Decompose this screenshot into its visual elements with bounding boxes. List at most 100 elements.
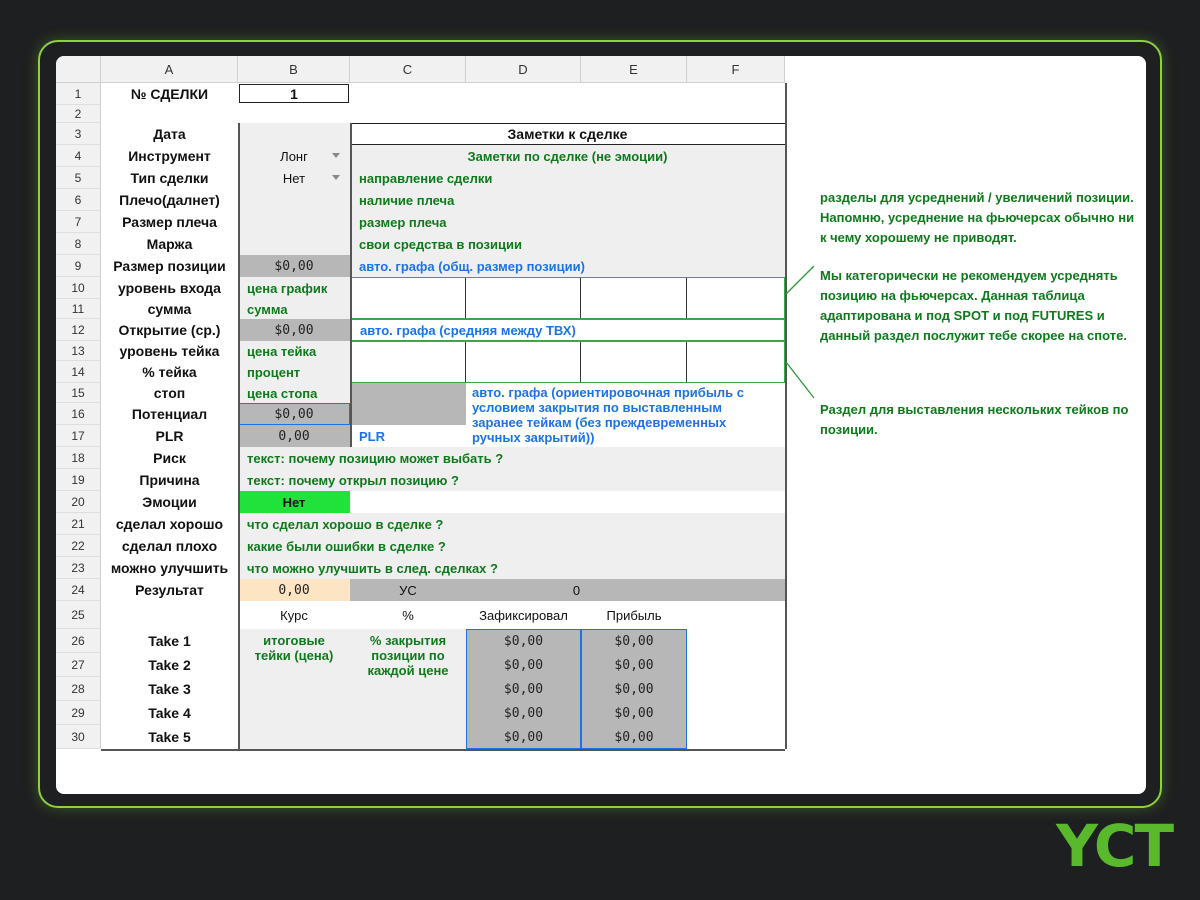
select-all-corner[interactable] bbox=[56, 56, 101, 83]
row-header-24[interactable]: 24 bbox=[56, 579, 101, 601]
cell-a4[interactable]: Инструмент bbox=[101, 145, 238, 167]
cell-c25[interactable]: % bbox=[350, 601, 466, 629]
row-header-7[interactable]: 7 bbox=[56, 211, 101, 233]
cell-b21[interactable]: что сделал хорошо в сделке ? bbox=[238, 513, 785, 535]
row-header-20[interactable]: 20 bbox=[56, 491, 101, 513]
column-header-e[interactable]: E bbox=[581, 56, 687, 83]
cell-a5[interactable]: Тип сделки bbox=[101, 167, 238, 189]
cell-a7[interactable]: Размер плеча bbox=[101, 211, 238, 233]
cell-b15[interactable]: цена стопа bbox=[238, 383, 350, 403]
cell-b24[interactable]: 0,00 bbox=[238, 579, 350, 601]
cell-b20[interactable]: Нет bbox=[238, 491, 350, 513]
row-header-27[interactable]: 27 bbox=[56, 653, 101, 677]
dropdown-b4[interactable]: Лонг bbox=[238, 145, 350, 167]
row-header-22[interactable]: 22 bbox=[56, 535, 101, 557]
cell-b23[interactable]: что можно улучшить в след. сделках ? bbox=[238, 557, 785, 579]
row-header-13[interactable]: 13 bbox=[56, 341, 101, 361]
cell-b26[interactable]: итоговые тейки (цена) bbox=[238, 633, 350, 673]
cell-c6[interactable]: наличие плеча bbox=[350, 189, 785, 211]
row-header-29[interactable]: 29 bbox=[56, 701, 101, 725]
column-header-c[interactable]: C bbox=[350, 56, 466, 83]
column-header-f[interactable]: F bbox=[687, 56, 785, 83]
cell-a23[interactable]: можно улучшить bbox=[101, 557, 238, 579]
row-header-25[interactable]: 25 bbox=[56, 601, 101, 629]
notes-title[interactable]: Заметки к сделке bbox=[350, 123, 785, 145]
cell-a1[interactable]: № СДЕЛКИ bbox=[101, 83, 238, 105]
cell-c12[interactable]: авто. графа (средняя между ТВХ) bbox=[350, 319, 785, 341]
cell-c9[interactable]: авто. графа (общ. размер позиции) bbox=[350, 255, 785, 277]
row-header-3[interactable]: 3 bbox=[56, 123, 101, 145]
cell-b10[interactable]: цена график bbox=[238, 277, 350, 299]
take-label-2[interactable]: Take 2 bbox=[101, 653, 238, 677]
row-header-23[interactable]: 23 bbox=[56, 557, 101, 579]
dropdown-b5[interactable]: Нет bbox=[238, 167, 350, 189]
cell-a9[interactable]: Размер позиции bbox=[101, 255, 238, 277]
row-header-12[interactable]: 12 bbox=[56, 319, 101, 341]
take-label-5[interactable]: Take 5 bbox=[101, 725, 238, 749]
cell-b13[interactable]: цена тейка bbox=[238, 341, 350, 361]
cell-c8[interactable]: свои средства в позиции bbox=[350, 233, 785, 255]
cell-c17[interactable]: PLR bbox=[350, 425, 466, 447]
row-header-8[interactable]: 8 bbox=[56, 233, 101, 255]
cell-d24[interactable]: 0 bbox=[466, 579, 687, 601]
row-header-4[interactable]: 4 bbox=[56, 145, 101, 167]
cell-a10[interactable]: уровень входа bbox=[101, 277, 238, 299]
chevron-down-icon[interactable] bbox=[332, 153, 340, 158]
cell-b9[interactable]: $0,00 bbox=[238, 255, 350, 277]
cell-b16[interactable]: $0,00 bbox=[238, 403, 350, 425]
chevron-down-icon[interactable] bbox=[332, 175, 340, 180]
cell-a13[interactable]: уровень тейка bbox=[101, 341, 238, 361]
cell-a11[interactable]: сумма bbox=[101, 299, 238, 319]
row-header-26[interactable]: 26 bbox=[56, 629, 101, 653]
row-header-14[interactable]: 14 bbox=[56, 361, 101, 383]
cell-b11[interactable]: сумма bbox=[238, 299, 350, 319]
cell-a3[interactable]: Дата bbox=[101, 123, 238, 145]
row-header-5[interactable]: 5 bbox=[56, 167, 101, 189]
take-label-4[interactable]: Take 4 bbox=[101, 701, 238, 725]
column-header-d[interactable]: D bbox=[466, 56, 581, 83]
row-header-9[interactable]: 9 bbox=[56, 255, 101, 277]
cell-b1[interactable]: 1 bbox=[239, 84, 349, 103]
row-header-11[interactable]: 11 bbox=[56, 299, 101, 319]
cell-a12[interactable]: Открытие (ср.) bbox=[101, 319, 238, 341]
row-header-18[interactable]: 18 bbox=[56, 447, 101, 469]
cell-a24[interactable]: Результат bbox=[101, 579, 238, 601]
column-header-a[interactable]: A bbox=[101, 56, 238, 83]
cell-b18[interactable]: текст: почему позицию может выбать ? bbox=[238, 447, 785, 469]
cell-a19[interactable]: Причина bbox=[101, 469, 238, 491]
row-header-19[interactable]: 19 bbox=[56, 469, 101, 491]
column-header-b[interactable]: B bbox=[238, 56, 350, 83]
cell-c24[interactable]: УС bbox=[350, 579, 466, 601]
row-header-28[interactable]: 28 bbox=[56, 677, 101, 701]
row-header-17[interactable]: 17 bbox=[56, 425, 101, 447]
row-header-15[interactable]: 15 bbox=[56, 383, 101, 403]
cell-a22[interactable]: сделал плохо bbox=[101, 535, 238, 557]
cell-a17[interactable]: PLR bbox=[101, 425, 238, 447]
row-header-1[interactable]: 1 bbox=[56, 83, 101, 105]
cell-a8[interactable]: Маржа bbox=[101, 233, 238, 255]
row-header-10[interactable]: 10 bbox=[56, 277, 101, 299]
cell-c7[interactable]: размер плеча bbox=[350, 211, 785, 233]
cell-a6[interactable]: Плечо(далнет) bbox=[101, 189, 238, 211]
cell-e25[interactable]: Прибыль bbox=[581, 601, 687, 629]
cell-a21[interactable]: сделал хорошо bbox=[101, 513, 238, 535]
cell-d15[interactable]: авто. графа (ориентировочная прибыль с у… bbox=[466, 385, 765, 445]
cell-a18[interactable]: Риск bbox=[101, 447, 238, 469]
take-label-3[interactable]: Take 3 bbox=[101, 677, 238, 701]
cell-b17[interactable]: 0,00 bbox=[238, 425, 350, 447]
row-header-2[interactable]: 2 bbox=[56, 105, 101, 123]
cell-b12[interactable]: $0,00 bbox=[238, 319, 350, 341]
cell-c5[interactable]: направление сделки bbox=[350, 167, 785, 189]
cell-a15[interactable]: стоп bbox=[101, 383, 238, 403]
row-header-6[interactable]: 6 bbox=[56, 189, 101, 211]
cell-a20[interactable]: Эмоции bbox=[101, 491, 238, 513]
cell-c4[interactable]: Заметки по сделке (не эмоции) bbox=[350, 145, 785, 167]
cell-b25[interactable]: Курс bbox=[238, 601, 350, 629]
row-header-21[interactable]: 21 bbox=[56, 513, 101, 535]
cell-b22[interactable]: какие были ошибки в сделке ? bbox=[238, 535, 785, 557]
row-header-30[interactable]: 30 bbox=[56, 725, 101, 749]
take-label-1[interactable]: Take 1 bbox=[101, 629, 238, 653]
cell-b19[interactable]: текст: почему открыл позицию ? bbox=[238, 469, 785, 491]
cell-d25[interactable]: Зафиксировал bbox=[466, 601, 581, 629]
cell-a14[interactable]: % тейка bbox=[101, 361, 238, 383]
